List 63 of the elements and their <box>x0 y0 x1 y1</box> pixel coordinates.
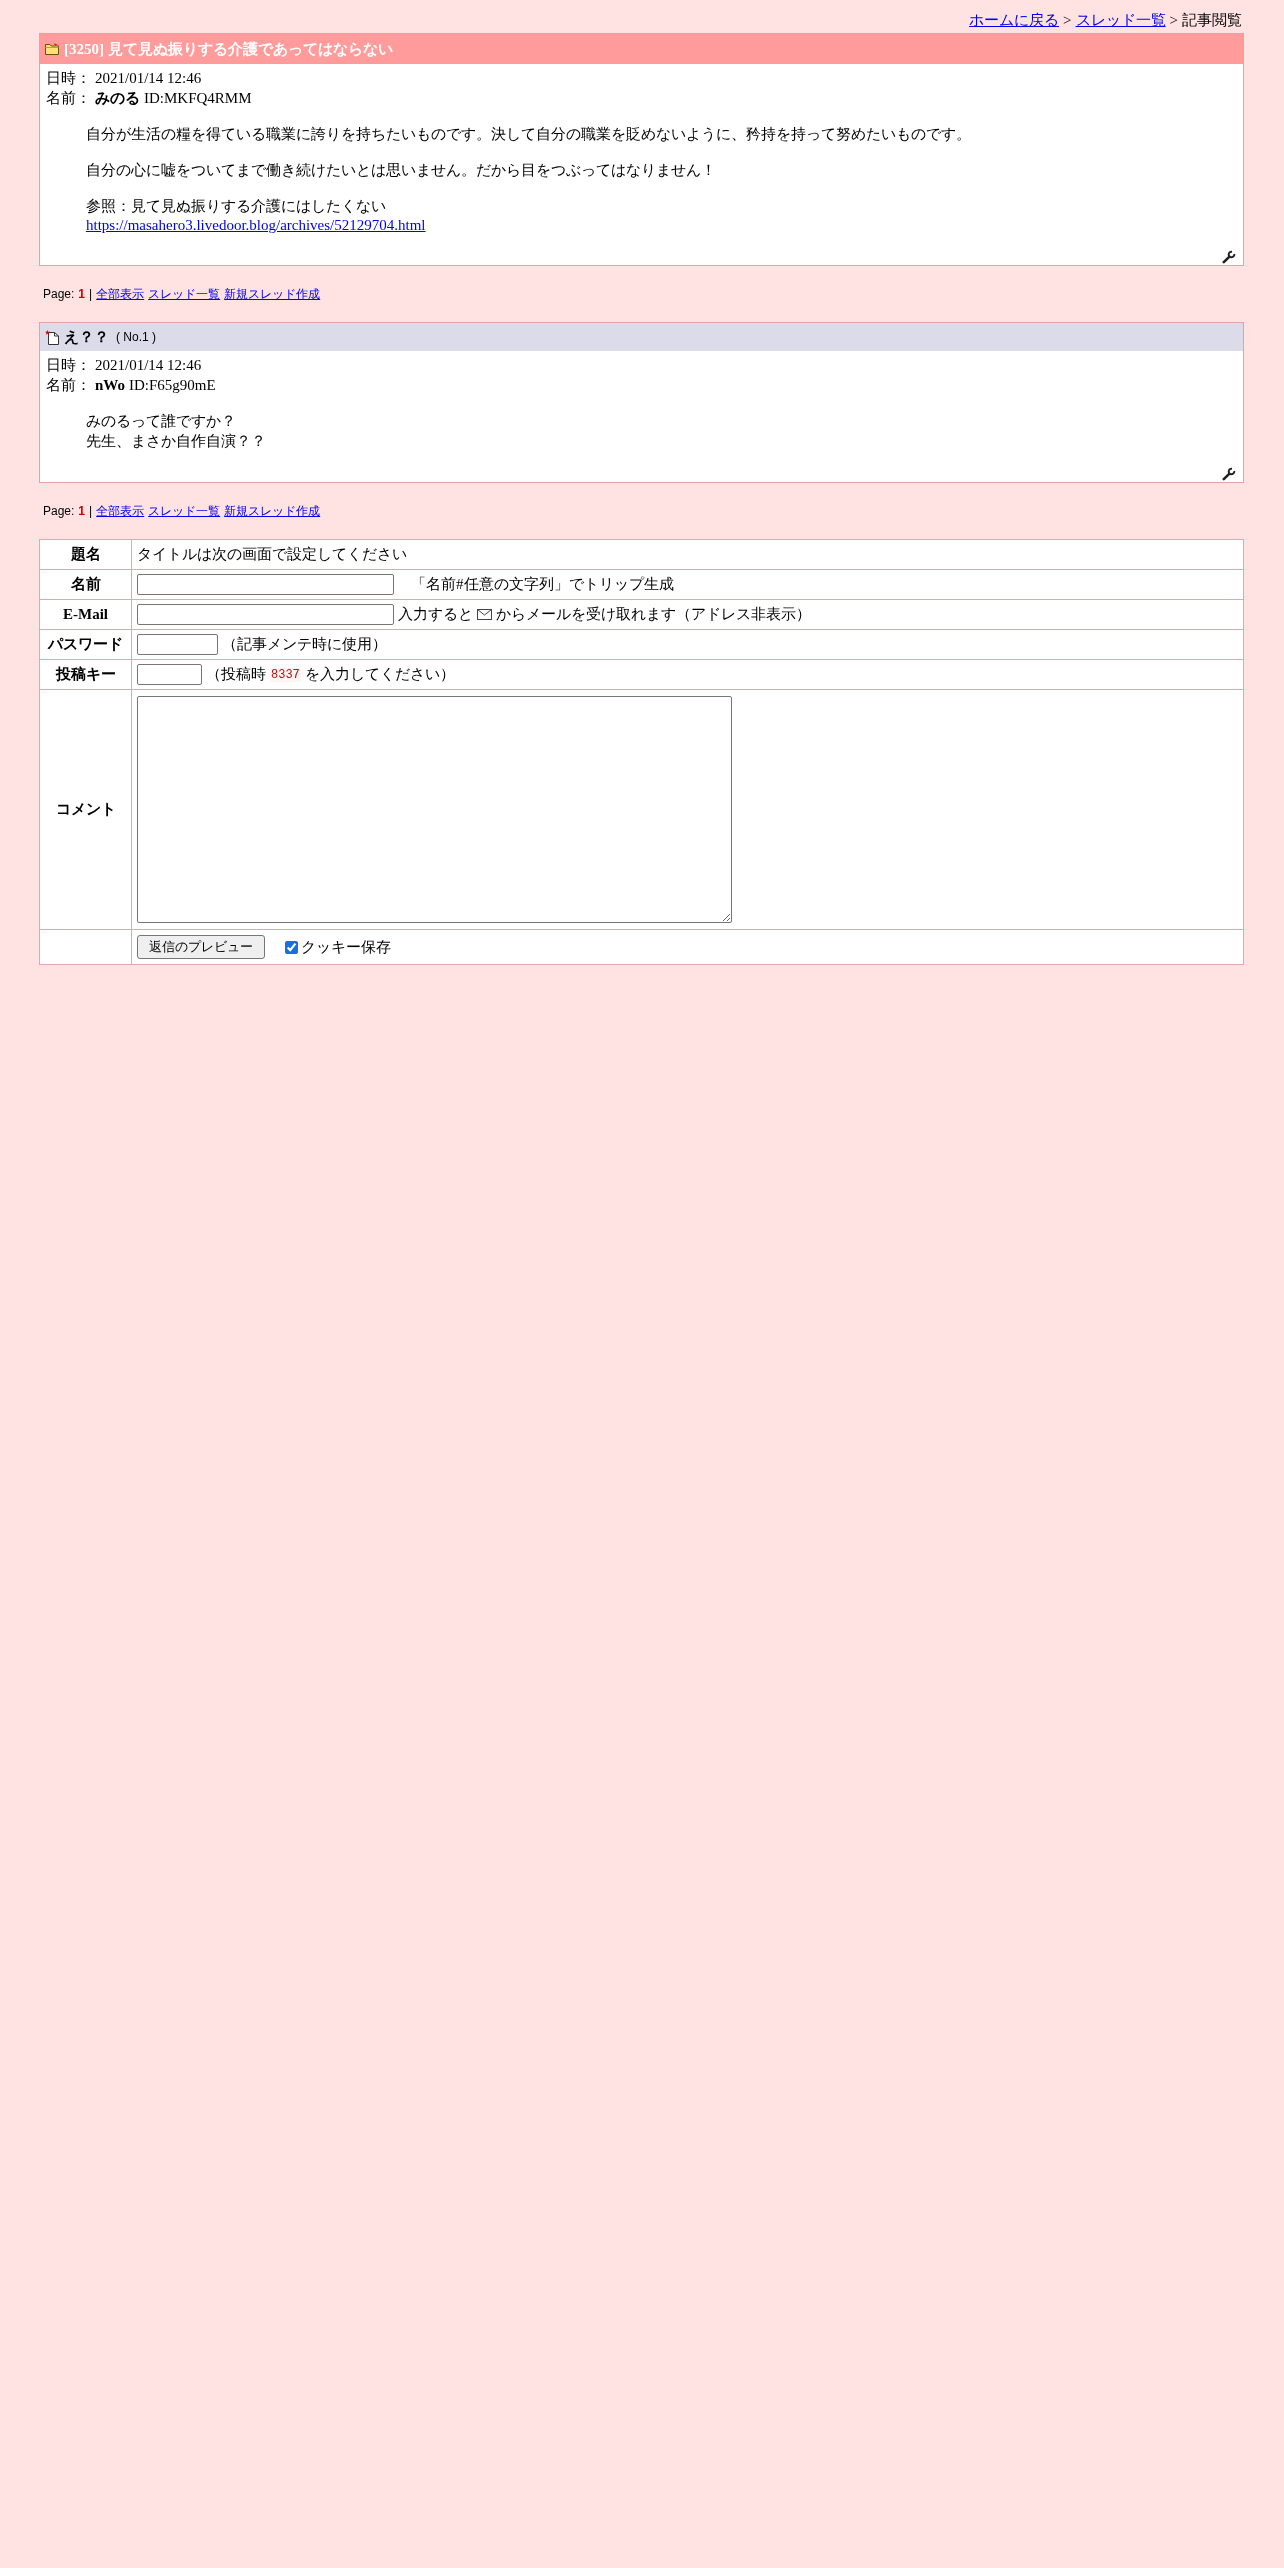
hint-text: （記事メンテ時に使用） <box>222 635 387 654</box>
form-label: E-Mail <box>63 606 108 622</box>
nav-link[interactable]: 新規スレッド作成 <box>224 286 321 302</box>
checkbox-label: クッキー保存 <box>301 937 391 957</box>
post-title: え？？ <box>64 327 109 347</box>
new-document-icon <box>45 329 59 345</box>
breadcrumb-link[interactable]: ホームに戻る <box>969 10 1060 30</box>
author-name: nWo <box>95 376 125 395</box>
envelope-icon <box>477 609 492 620</box>
form-note: タイトルは次の画面で設定してください <box>137 546 407 562</box>
author-id: ID:MKFQ4RMM <box>144 89 252 108</box>
preview-button[interactable]: 返信のプレビュー <box>137 935 265 959</box>
message-text: 先生、まさか自作自演？？ <box>86 433 266 449</box>
page-label: Page: <box>43 286 75 302</box>
message-text: みのるって誰ですか？ <box>86 413 236 429</box>
nav-link[interactable]: 全部表示 <box>96 286 145 302</box>
form-label: 題名 <box>70 546 101 562</box>
post-title: [3250] 見て見ぬ振りする介護であってはならない <box>64 39 393 59</box>
message-text: 自分が生活の糧を得ている職業に誇りを持ちたいものです。決して自分の職業を貶めないように、矜持を持って努めたいものです。 <box>86 126 971 142</box>
reference-link[interactable]: https://masahero3.livedoor.blog/archives/52129704.html <box>86 217 426 233</box>
date-label: 日時： <box>46 69 91 88</box>
form-label: コメント <box>55 801 116 817</box>
hint-text: （投稿時 <box>206 665 266 684</box>
author-name: みのる <box>95 89 140 108</box>
post-number: ( No.1 ) <box>116 330 156 344</box>
page-label: Page: <box>43 503 75 519</box>
nav-link[interactable]: 新規スレッド作成 <box>224 503 321 519</box>
nav-link[interactable]: 全部表示 <box>96 503 145 519</box>
form-label: パスワード <box>48 636 123 652</box>
current-page-number: 1 <box>78 286 86 302</box>
nav-link[interactable]: スレッド一覧 <box>148 286 221 302</box>
name-label: 名前： <box>46 376 91 395</box>
name-label: 名前： <box>46 89 91 108</box>
email-field[interactable] <box>137 604 394 625</box>
name-field[interactable] <box>137 574 394 595</box>
form-label: 投稿キー <box>55 666 116 682</box>
hint-text: からメールを受け取れます（アドレス非表示） <box>496 605 811 624</box>
author-id: ID:F65g90mE <box>129 376 216 395</box>
hint-text: を入力してください） <box>304 665 455 684</box>
breadcrumb-separator: > <box>1169 11 1178 30</box>
post-date: 2021/01/14 12:46 <box>95 356 202 375</box>
breadcrumb-current: 記事閲覧 <box>1182 11 1242 30</box>
post-date: 2021/01/14 12:46 <box>95 69 202 88</box>
wrench-icon[interactable] <box>1222 467 1236 481</box>
post-key-field[interactable] <box>137 664 202 685</box>
cookie-checkbox[interactable] <box>285 940 298 954</box>
message-text: 参照：見て見ぬ振りする介護にはしたくない <box>86 198 386 214</box>
folder-icon <box>45 43 59 55</box>
message-text: 自分の心に嘘をついてまで働き続けたいとは思いません。だから目をつぶってはなりません！ <box>86 162 716 178</box>
wrench-icon[interactable] <box>1222 250 1236 264</box>
password-field[interactable] <box>137 634 218 655</box>
post-key-code: 8337 <box>270 667 301 682</box>
nav-separator: | <box>89 286 93 302</box>
date-label: 日時： <box>46 356 91 375</box>
current-page-number: 1 <box>78 503 86 519</box>
breadcrumb-link[interactable]: スレッド一覧 <box>1075 10 1166 30</box>
hint-text: 「名前#任意の文字列」でトリップ生成 <box>411 575 674 594</box>
breadcrumb-separator: > <box>1063 11 1072 30</box>
form-label: 名前 <box>70 576 101 592</box>
comment-field[interactable] <box>137 696 732 923</box>
nav-link[interactable]: スレッド一覧 <box>148 503 221 519</box>
nav-separator: | <box>89 503 93 519</box>
hint-text: 入力すると <box>398 605 473 624</box>
